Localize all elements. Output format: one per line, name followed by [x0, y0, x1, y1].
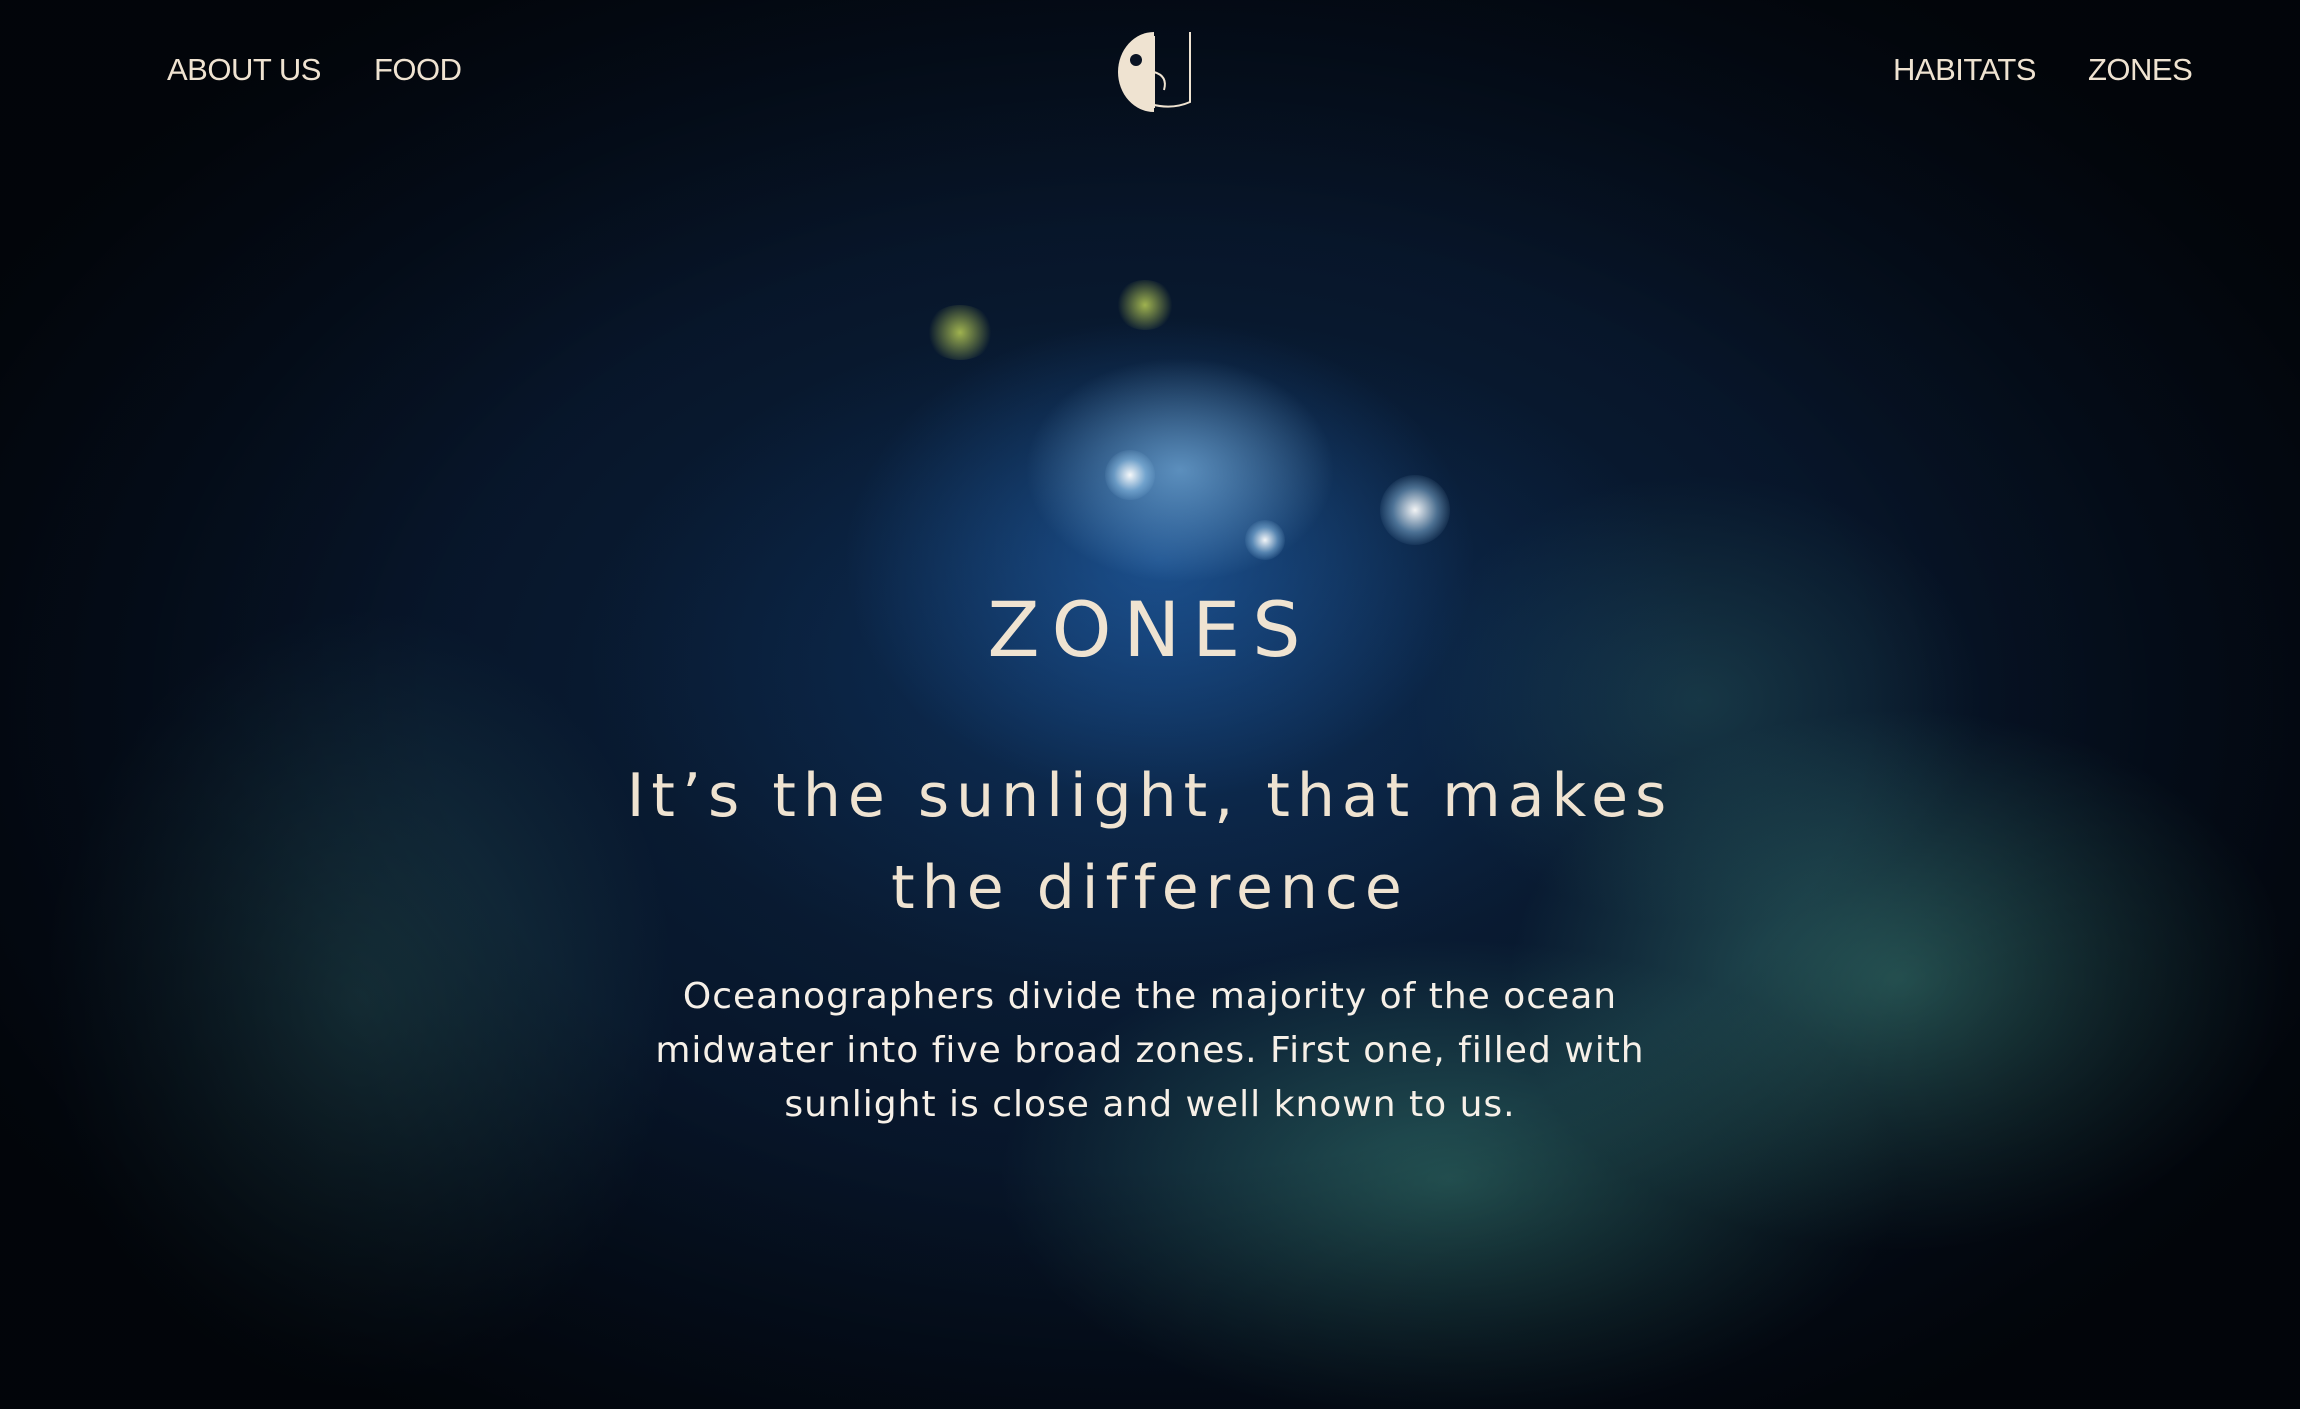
background-vignette [0, 0, 2300, 1409]
logo[interactable] [1110, 30, 1198, 114]
hero-description: Oceanographers divide the majority of th… [0, 970, 2300, 1132]
hero-subtitle-line: It’s the sunlight, that makes [626, 761, 1674, 831]
page: ABOUT US FOOD HABITATS ZONES ZONES It’s … [0, 0, 2300, 1409]
nav-link-zones[interactable]: ZONES [2088, 52, 2193, 88]
hero-description-line: sunlight is close and well known to us. [784, 1084, 1516, 1125]
hero-subtitle: It’s the sunlight, that makes the differ… [0, 750, 2300, 934]
fish-face-logo-icon [1118, 32, 1191, 112]
hero-subtitle-line: the difference [891, 853, 1409, 923]
page-title: ZONES [987, 585, 1313, 674]
hero-description-line: midwater into five broad zones. First on… [655, 1030, 1645, 1071]
nav-link-habitats[interactable]: HABITATS [1893, 52, 2036, 88]
nav-link-food[interactable]: FOOD [374, 52, 462, 88]
nav-link-about-us[interactable]: ABOUT US [167, 52, 321, 88]
hero-description-line: Oceanographers divide the majority of th… [682, 976, 1618, 1017]
